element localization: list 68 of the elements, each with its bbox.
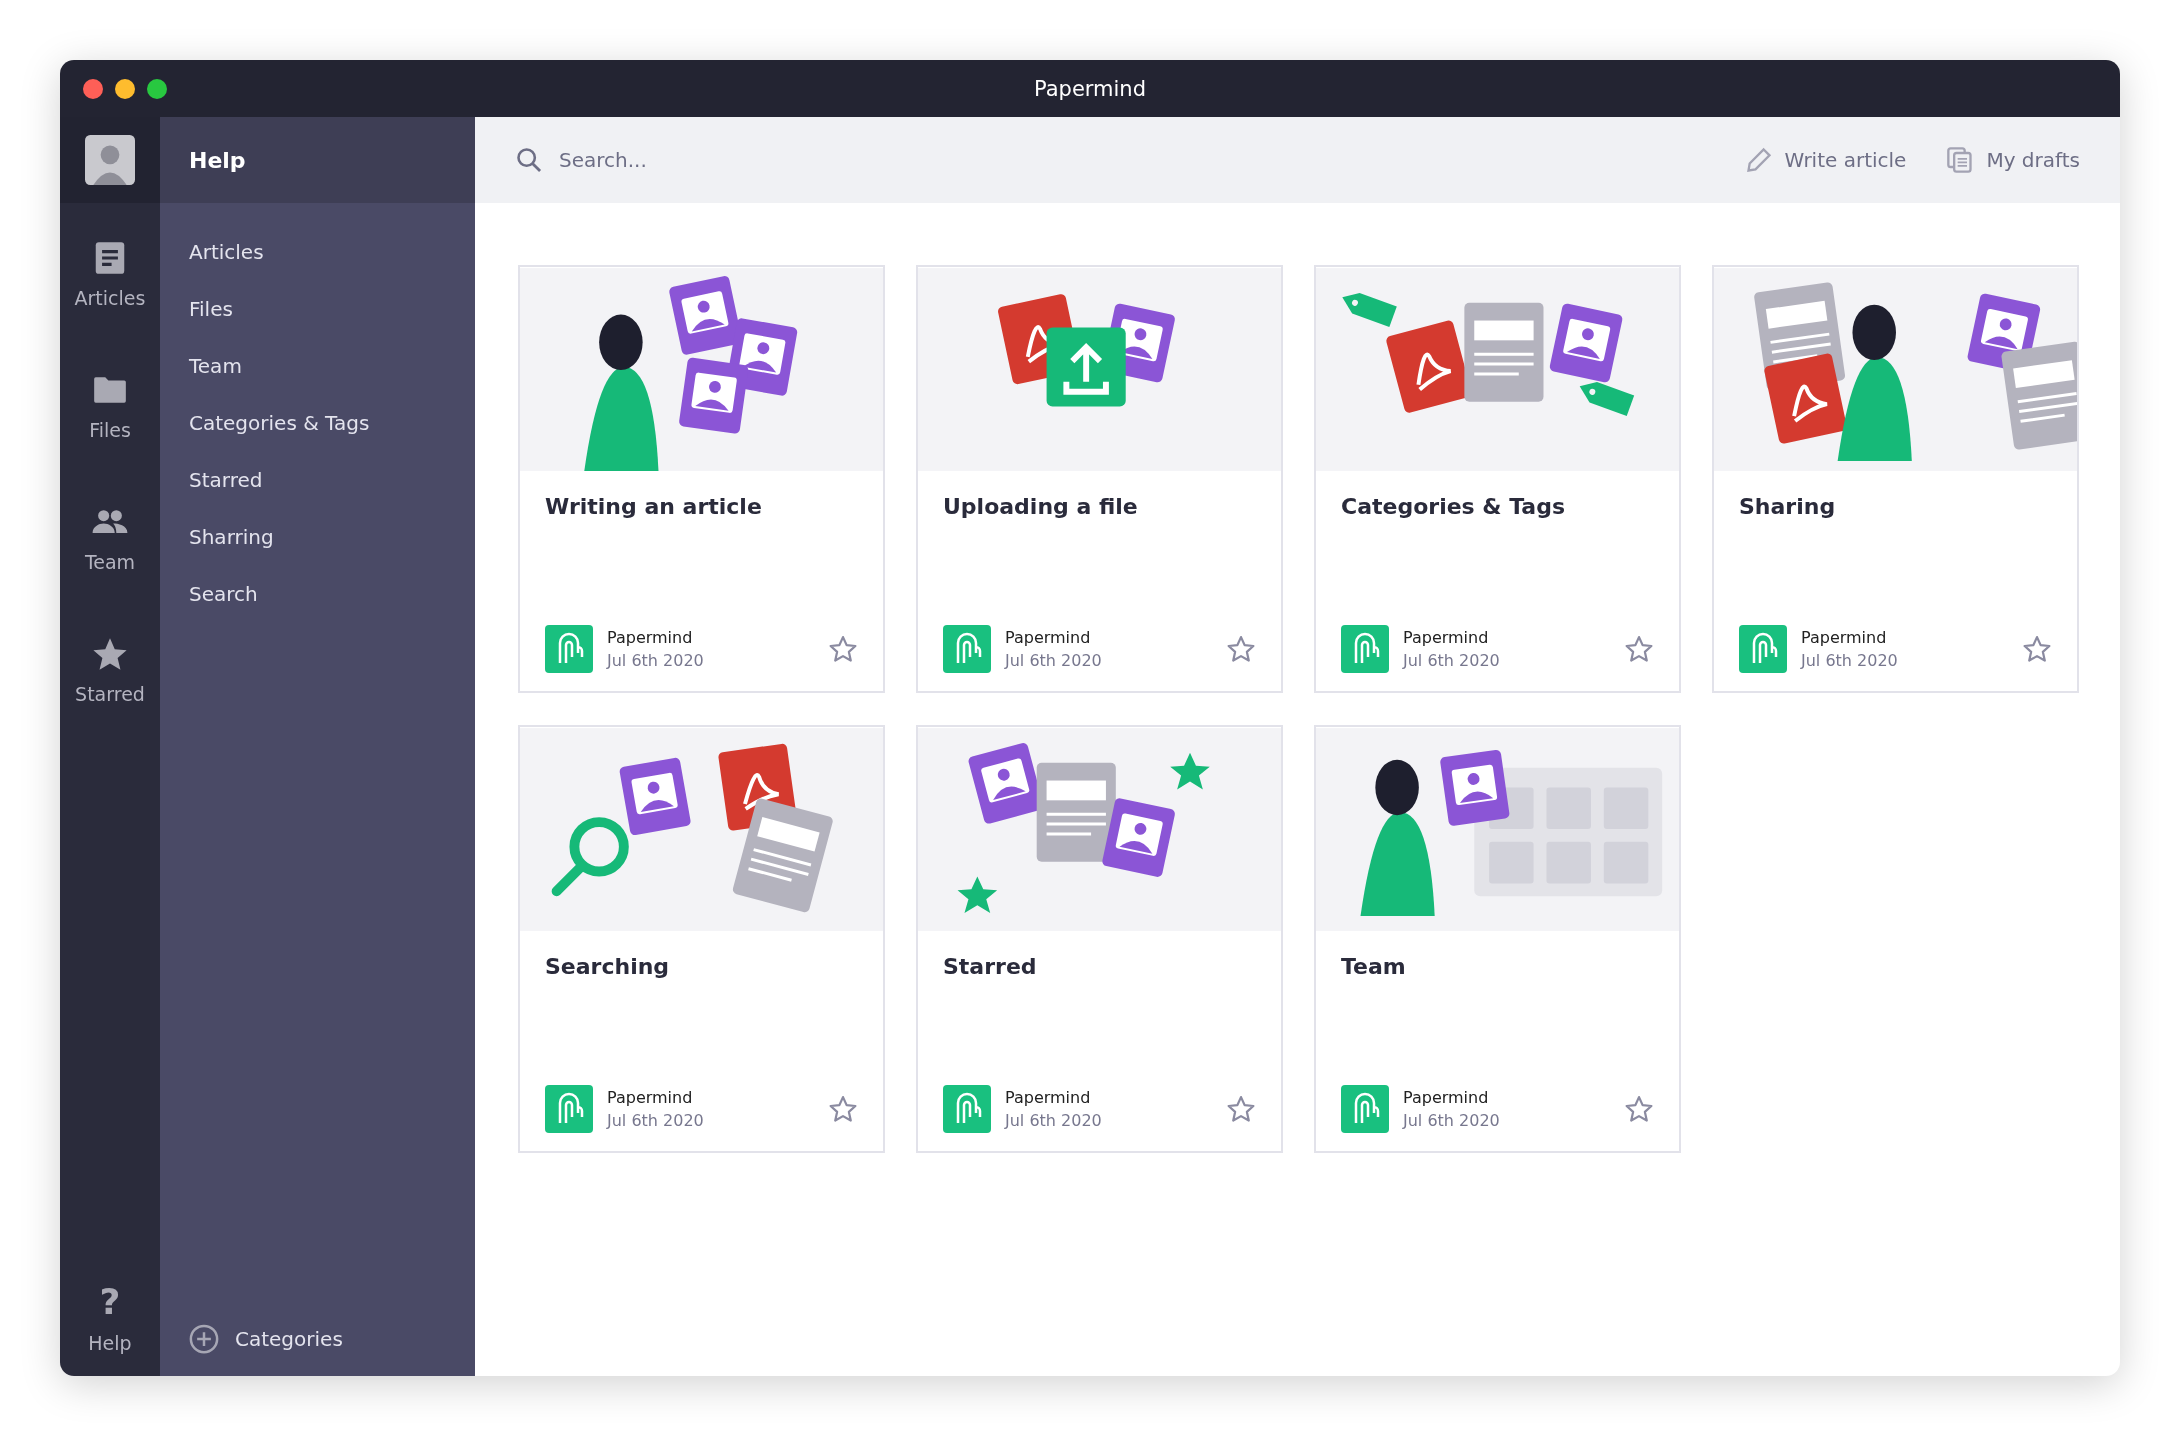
- search-icon: [515, 146, 543, 174]
- article-card[interactable]: Searching Papermind Jul 6th 2020: [518, 725, 885, 1153]
- card-title: Team: [1341, 954, 1407, 979]
- sidebar-item[interactable]: Articles: [189, 239, 475, 266]
- article-card[interactable]: Sharing Papermind Jul 6th 2020: [1712, 265, 2079, 693]
- star-icon[interactable]: [1624, 634, 1654, 664]
- logo-icon: [943, 1085, 991, 1133]
- sidebar-item[interactable]: Team: [189, 353, 475, 380]
- help-nav-item[interactable]: ? Help: [88, 1282, 132, 1354]
- copy-icon: [1946, 146, 1975, 174]
- logo-icon: [1341, 625, 1389, 673]
- card-date: Jul 6th 2020: [607, 1111, 705, 1130]
- sidebar-title: Help: [189, 147, 246, 173]
- window-title: Papermind: [1033, 76, 1146, 101]
- card-date: Jul 6th 2020: [1005, 1111, 1103, 1130]
- write-article-button[interactable]: Write article: [1744, 146, 1907, 174]
- minimize-button[interactable]: [115, 78, 135, 99]
- sidebar-item[interactable]: Sharring: [189, 524, 475, 551]
- pencil-icon: [1744, 146, 1773, 174]
- card-date: Jul 6th 2020: [1005, 651, 1103, 670]
- card-date: Jul 6th 2020: [1403, 1111, 1501, 1130]
- sidebar-item[interactable]: Search: [189, 581, 475, 608]
- article-card[interactable]: Writing an article Papermind Jul 6th 2020: [518, 265, 885, 693]
- author-name: Papermind: [1403, 628, 1490, 647]
- plus-circle-icon: [189, 1324, 219, 1354]
- logo-icon: [1739, 625, 1787, 673]
- card-title: Uploading a file: [943, 494, 1139, 519]
- rail-nav-item[interactable]: Files: [89, 371, 131, 441]
- rail-nav-item[interactable]: Articles: [74, 239, 146, 309]
- author-name: Papermind: [1005, 628, 1092, 647]
- logo-icon: [545, 1085, 593, 1133]
- card-date: Jul 6th 2020: [607, 651, 705, 670]
- logo-icon: [545, 625, 593, 673]
- add-category-link[interactable]: Categories: [189, 1324, 475, 1354]
- author-name: Papermind: [607, 628, 694, 647]
- card-title: Categories & Tags: [1341, 494, 1567, 519]
- card-date: Jul 6th 2020: [1403, 651, 1501, 670]
- card-title: Sharing: [1739, 494, 1837, 519]
- sidebar-item[interactable]: Categories & Tags: [189, 410, 475, 437]
- star-icon[interactable]: [2022, 634, 2052, 664]
- logo-icon: [943, 625, 991, 673]
- star-icon[interactable]: [828, 634, 858, 664]
- logo-icon: [1341, 1085, 1389, 1133]
- rail-nav-item[interactable]: Starred: [75, 635, 145, 705]
- star-icon[interactable]: [1624, 1094, 1654, 1124]
- card-title: Writing an article: [545, 494, 763, 519]
- star-icon[interactable]: [1226, 1094, 1256, 1124]
- article-card[interactable]: Categories & Tags Papermind Jul 6th 2020: [1314, 265, 1681, 693]
- star-icon[interactable]: [828, 1094, 858, 1124]
- drafts-button[interactable]: My drafts: [1946, 146, 2080, 174]
- article-card[interactable]: Starred Papermind Jul 6th 2020: [916, 725, 1283, 1153]
- close-button[interactable]: [83, 78, 103, 99]
- sidebar-item[interactable]: Starred: [189, 467, 475, 494]
- author-name: Papermind: [1005, 1088, 1092, 1107]
- maximize-button[interactable]: [147, 78, 167, 99]
- sidebar-item[interactable]: Files: [189, 296, 475, 323]
- card-title: Searching: [545, 954, 671, 979]
- card-title: Starred: [943, 954, 1038, 979]
- author-name: Papermind: [607, 1088, 694, 1107]
- article-card[interactable]: Team Papermind Jul 6th 2020: [1314, 725, 1681, 1153]
- search-field[interactable]: Search...: [557, 147, 961, 173]
- card-date: Jul 6th 2020: [1801, 651, 1899, 670]
- star-icon[interactable]: [1226, 634, 1256, 664]
- author-name: Papermind: [1403, 1088, 1490, 1107]
- rail-nav-item[interactable]: Team: [84, 503, 136, 573]
- article-card[interactable]: Uploading a file Papermind Jul 6th 2020: [916, 265, 1283, 693]
- author-name: Papermind: [1801, 628, 1888, 647]
- avatar-silhouette[interactable]: [85, 135, 135, 185]
